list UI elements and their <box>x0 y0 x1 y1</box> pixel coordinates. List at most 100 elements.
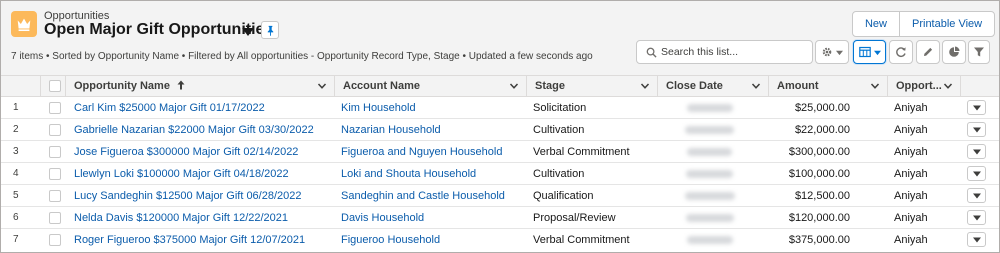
chevron-down-icon[interactable] <box>870 81 880 91</box>
chevron-down-icon[interactable] <box>751 81 761 91</box>
table-row: 5 Lucy Sandeghin $12500 Major Gift 06/28… <box>1 185 999 207</box>
chevron-down-icon[interactable] <box>241 25 255 37</box>
printable-view-button[interactable]: Printable View <box>899 12 994 36</box>
display-as-button[interactable] <box>853 40 886 64</box>
pencil-icon <box>924 47 933 56</box>
owner-cell: Aniyah <box>894 190 928 202</box>
charts-button[interactable] <box>942 40 966 64</box>
account-name-link[interactable]: Figueroo Household <box>341 229 523 251</box>
row-number-header <box>1 76 41 97</box>
filter-icon <box>974 47 984 57</box>
search-box <box>636 40 813 64</box>
row-checkbox[interactable] <box>49 190 61 202</box>
row-checkbox[interactable] <box>49 212 61 224</box>
chevron-down-icon[interactable] <box>509 81 519 91</box>
caret-down-icon <box>972 171 981 176</box>
amount-cell: $120,000.00 <box>788 212 850 224</box>
column-label: Account Name <box>343 80 421 92</box>
account-name-link[interactable]: Figueroa and Nguyen Household <box>341 141 523 163</box>
filters-button[interactable] <box>968 40 990 64</box>
column-header-stage[interactable]: Stage <box>527 76 658 97</box>
opportunity-name-link[interactable]: Nelda Davis $120000 Major Gift 12/22/202… <box>74 207 332 229</box>
chevron-down-icon[interactable] <box>640 81 650 91</box>
column-header-opportunity-owner[interactable]: Opport... <box>888 76 961 97</box>
row-action-button[interactable] <box>967 100 986 115</box>
header-actions: New Printable View <box>852 11 996 37</box>
row-number: 4 <box>13 168 19 179</box>
list-title[interactable]: Open Major Gift Opportunities <box>44 21 273 39</box>
opportunity-name-link[interactable]: Carl Kim $25000 Major Gift 01/17/2022 <box>74 97 332 119</box>
column-header-close-date[interactable]: Close Date <box>658 76 769 97</box>
arrow-up-icon <box>177 80 185 90</box>
stage-cell: Cultivation <box>533 168 585 180</box>
row-action-button[interactable] <box>967 144 986 159</box>
row-action-button[interactable] <box>967 210 986 225</box>
column-label: Opport... <box>896 80 942 92</box>
refresh-icon <box>896 47 906 58</box>
row-number: 5 <box>13 190 19 201</box>
opportunity-name-link[interactable]: Jose Figueroa $300000 Major Gift 02/14/2… <box>74 141 332 163</box>
row-checkbox[interactable] <box>49 102 61 114</box>
row-checkbox[interactable] <box>49 146 61 158</box>
caret-down-icon <box>972 127 981 132</box>
edit-list-button[interactable] <box>916 40 940 64</box>
opportunity-name-link[interactable]: Llewlyn Loki $100000 Major Gift 04/18/20… <box>74 163 332 185</box>
pin-icon <box>267 25 273 36</box>
row-action-button[interactable] <box>967 232 986 247</box>
table-row: 2 Gabrielle Nazarian $22000 Major Gift 0… <box>1 119 999 141</box>
account-name-link[interactable]: Davis Household <box>341 207 523 229</box>
crown-icon <box>11 11 37 37</box>
pin-button[interactable] <box>261 21 279 39</box>
owner-cell: Aniyah <box>894 102 928 114</box>
row-action-button[interactable] <box>967 188 986 203</box>
gear-icon <box>822 47 832 57</box>
owner-cell: Aniyah <box>894 146 928 158</box>
row-number: 1 <box>13 102 19 113</box>
account-name-link[interactable]: Kim Household <box>341 97 523 119</box>
account-name-link[interactable]: Loki and Shouta Household <box>341 163 523 185</box>
refresh-button[interactable] <box>889 40 913 64</box>
row-checkbox[interactable] <box>49 168 61 180</box>
owner-cell: Aniyah <box>894 124 928 136</box>
amount-cell: $100,000.00 <box>788 168 850 180</box>
table-row: 6 Nelda Davis $120000 Major Gift 12/22/2… <box>1 207 999 229</box>
opportunity-name-link[interactable]: Lucy Sandeghin $12500 Major Gift 06/28/2… <box>74 185 332 207</box>
new-button[interactable]: New <box>853 12 899 36</box>
stage-cell: Proposal/Review <box>533 212 616 224</box>
close-date-redacted <box>687 148 732 156</box>
column-header-account-name[interactable]: Account Name <box>335 76 527 97</box>
chevron-down-icon[interactable] <box>317 81 327 91</box>
list-settings-button[interactable] <box>815 40 849 64</box>
row-action-button[interactable] <box>967 166 986 181</box>
column-label: Amount <box>777 80 819 92</box>
amount-cell: $300,000.00 <box>788 146 850 158</box>
column-header-amount[interactable]: Amount <box>769 76 888 97</box>
caret-down-icon <box>873 50 881 55</box>
search-input[interactable] <box>661 44 809 60</box>
caret-down-icon <box>972 105 981 110</box>
close-date-redacted <box>685 192 735 200</box>
account-name-link[interactable]: Nazarian Household <box>341 119 523 141</box>
pie-chart-icon <box>949 46 960 57</box>
select-all-checkbox[interactable] <box>49 80 61 92</box>
opportunity-name-link[interactable]: Gabrielle Nazarian $22000 Major Gift 03/… <box>74 119 332 141</box>
caret-down-icon <box>972 149 981 154</box>
column-label: Close Date <box>666 80 723 92</box>
row-checkbox[interactable] <box>49 234 61 246</box>
owner-cell: Aniyah <box>894 234 928 246</box>
owner-cell: Aniyah <box>894 168 928 180</box>
caret-down-icon <box>972 237 981 242</box>
opportunity-name-link[interactable]: Roger Figueroo $375000 Major Gift 12/07/… <box>74 229 332 251</box>
table-row: 4 Llewlyn Loki $100000 Major Gift 04/18/… <box>1 163 999 185</box>
list-view-frame: Opportunities Open Major Gift Opportunit… <box>0 0 1000 253</box>
stage-cell: Solicitation <box>533 102 587 114</box>
caret-down-icon <box>972 193 981 198</box>
account-name-link[interactable]: Sandeghin and Castle Household <box>341 185 523 207</box>
table-row: 7 Roger Figueroo $375000 Major Gift 12/0… <box>1 229 999 251</box>
chevron-down-icon[interactable] <box>943 81 953 91</box>
close-date-redacted <box>686 214 734 222</box>
row-number: 3 <box>13 146 19 157</box>
row-checkbox[interactable] <box>49 124 61 136</box>
row-action-button[interactable] <box>967 122 986 137</box>
column-header-opportunity-name[interactable]: Opportunity Name <box>66 76 335 97</box>
